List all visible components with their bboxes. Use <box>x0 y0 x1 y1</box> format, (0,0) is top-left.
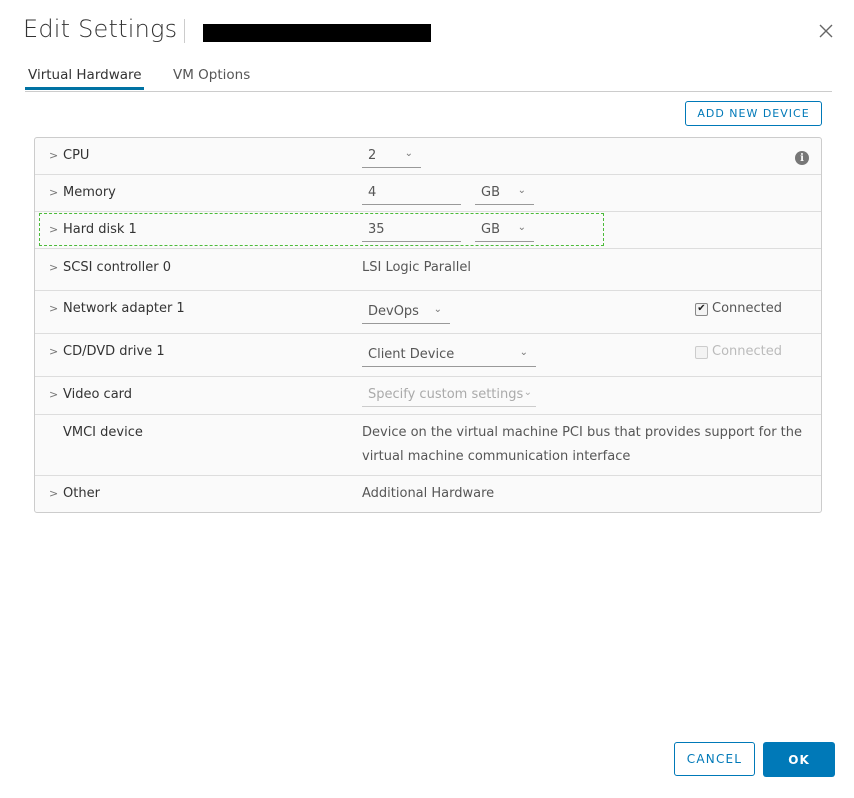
vmci-label: VMCI device <box>63 425 143 440</box>
hard-disk-label: Hard disk 1 <box>63 222 137 237</box>
cddvd-connected-checkbox[interactable] <box>695 346 708 359</box>
hard-disk-unit-select[interactable]: GB ⌄ <box>475 222 534 242</box>
chevron-right-icon[interactable]: > <box>49 345 58 358</box>
network-label: Network adapter 1 <box>63 301 185 316</box>
row-vmci-device: VMCI device Device on the virtual machin… <box>35 415 821 476</box>
scsi-label: SCSI controller 0 <box>63 260 171 275</box>
hard-disk-size-input[interactable]: 35 <box>362 222 461 242</box>
row-cd-dvd-drive: > CD/DVD drive 1 Client Device ⌄ Connect… <box>35 334 821 377</box>
other-value: Additional Hardware <box>362 486 495 501</box>
chevron-right-icon[interactable]: > <box>49 302 58 315</box>
dialog-title: Edit Settings <box>23 15 178 43</box>
tab-vm-options[interactable]: VM Options <box>173 67 250 83</box>
cpu-label: CPU <box>63 148 90 163</box>
cddvd-connected-label: Connected <box>712 344 783 359</box>
chevron-right-icon[interactable]: > <box>49 261 58 274</box>
cpu-select[interactable]: 2 ⌄ <box>362 148 421 168</box>
memory-input[interactable]: 4 <box>362 185 461 205</box>
close-icon[interactable] <box>817 22 835 40</box>
chevron-right-icon[interactable]: > <box>49 186 58 199</box>
row-memory: > Memory 4 GB ⌄ <box>35 175 821 212</box>
row-video-card: > Video card Specify custom settings ⌄ <box>35 377 821 415</box>
memory-label: Memory <box>63 185 116 200</box>
row-cpu: > CPU 2 ⌄ i <box>35 138 821 175</box>
cddvd-select[interactable]: Client Device ⌄ <box>362 347 536 367</box>
vmci-description-line1: Device on the virtual machine PCI bus th… <box>362 425 803 440</box>
vmci-description-line2: virtual machine communication interface <box>362 449 631 464</box>
chevron-right-icon[interactable]: > <box>49 487 58 500</box>
network-select[interactable]: DevOps ⌄ <box>362 304 450 324</box>
add-new-device-button[interactable]: ADD NEW DEVICE <box>685 101 822 126</box>
cancel-button[interactable]: CANCEL <box>674 742 755 776</box>
chevron-down-icon: ⌄ <box>517 222 526 233</box>
ok-button[interactable]: OK <box>763 742 835 777</box>
network-connected-checkbox[interactable]: ✔ <box>695 303 708 316</box>
cddvd-label: CD/DVD drive 1 <box>63 344 165 359</box>
hardware-grid: > CPU 2 ⌄ i > Memory 4 GB ⌄ > Hard disk … <box>34 137 822 513</box>
chevron-right-icon[interactable]: > <box>49 149 58 162</box>
vm-name-redacted <box>203 24 431 42</box>
row-scsi-controller: > SCSI controller 0 LSI Logic Parallel <box>35 249 821 291</box>
chevron-down-icon: ⌄ <box>523 387 532 398</box>
memory-unit-select[interactable]: GB ⌄ <box>475 185 534 205</box>
scsi-value: LSI Logic Parallel <box>362 260 471 275</box>
other-label: Other <box>63 486 100 501</box>
tab-virtual-hardware[interactable]: Virtual Hardware <box>28 67 142 83</box>
chevron-down-icon: ⌄ <box>519 347 528 358</box>
chevron-down-icon: ⌄ <box>404 148 413 159</box>
video-select[interactable]: Specify custom settings ⌄ <box>362 387 536 407</box>
chevron-right-icon[interactable]: > <box>49 223 58 236</box>
chevron-down-icon: ⌄ <box>433 304 442 315</box>
tab-bar: Virtual Hardware VM Options <box>25 63 832 92</box>
row-network-adapter: > Network adapter 1 DevOps ⌄ ✔ Connected <box>35 291 821 334</box>
video-label: Video card <box>63 387 133 402</box>
title-separator <box>184 19 185 43</box>
info-icon[interactable]: i <box>795 151 809 165</box>
chevron-down-icon: ⌄ <box>517 185 526 196</box>
row-hard-disk: > Hard disk 1 35 GB ⌄ <box>35 212 821 249</box>
active-tab-indicator <box>25 87 144 90</box>
row-other: > Other Additional Hardware <box>35 476 821 512</box>
network-connected-label: Connected <box>712 301 783 316</box>
chevron-right-icon[interactable]: > <box>49 388 58 401</box>
